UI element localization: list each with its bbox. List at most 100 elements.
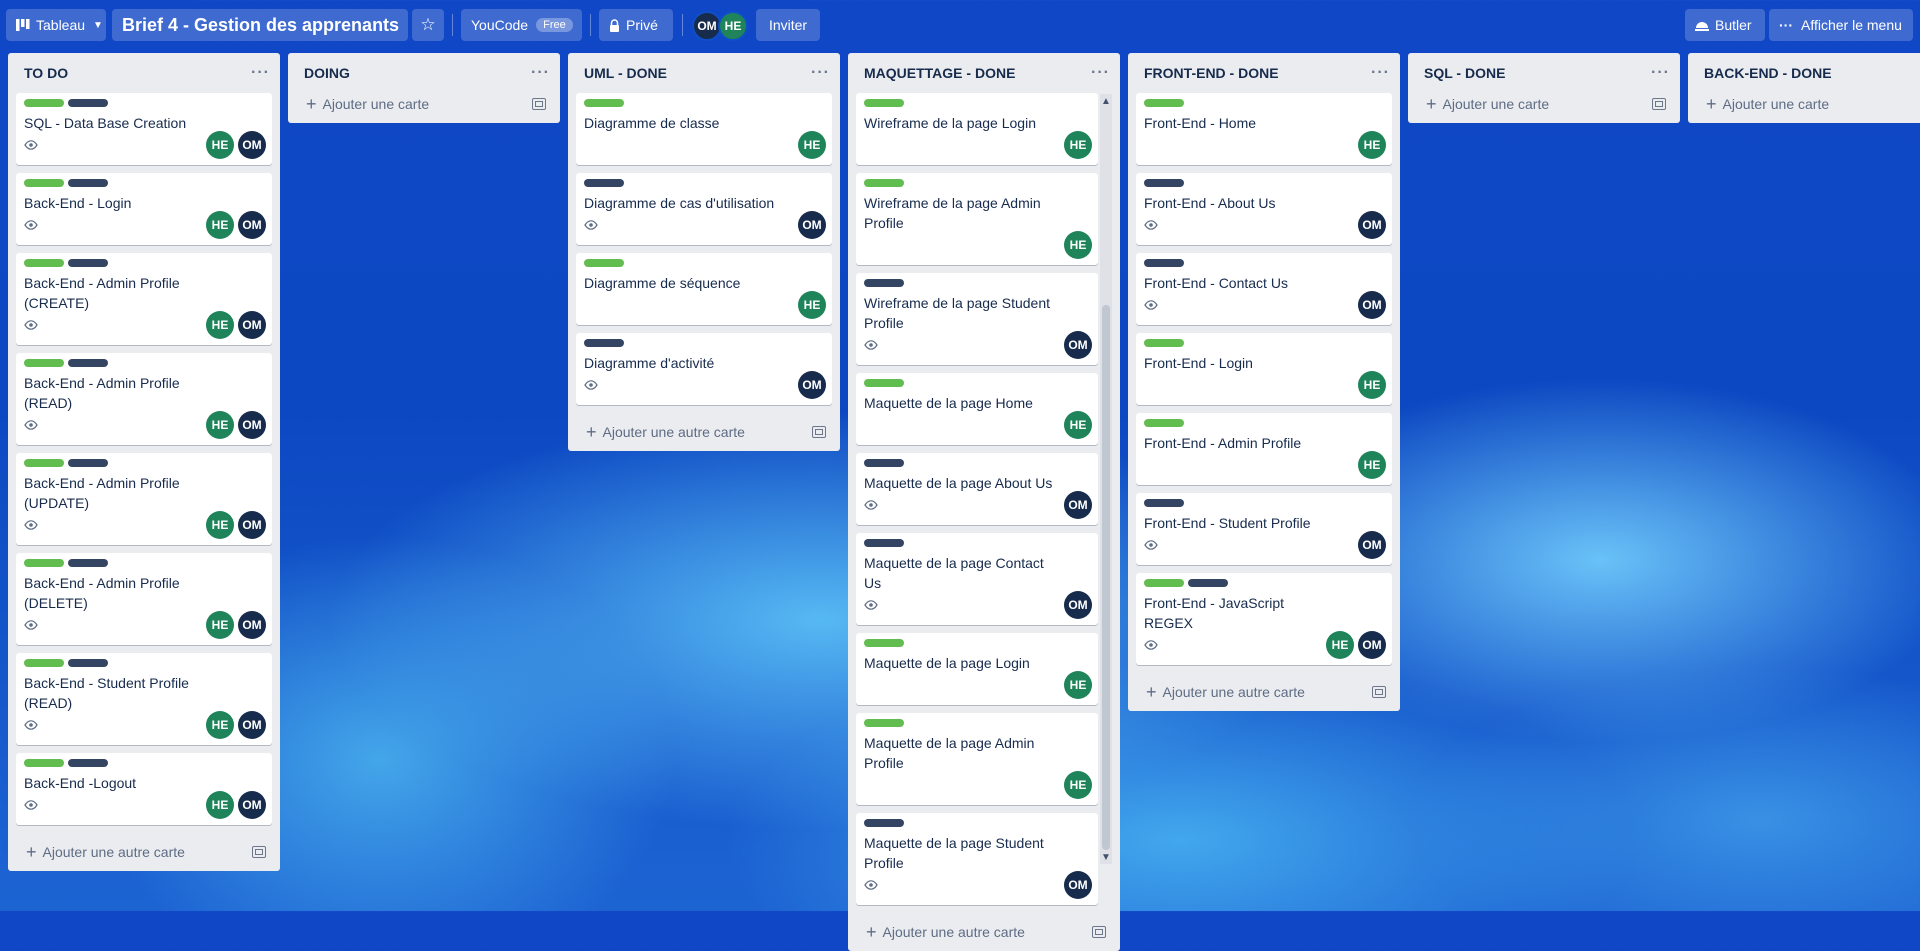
card[interactable]: Front-End - Login HE <box>1136 333 1392 405</box>
template-icon[interactable] <box>1372 686 1386 698</box>
list-title[interactable]: SQL - DONE <box>1424 65 1505 81</box>
avatar[interactable]: OM <box>238 211 266 239</box>
green-label[interactable] <box>24 99 64 107</box>
avatar[interactable]: HE <box>1064 671 1092 699</box>
avatar[interactable]: HE <box>1358 131 1386 159</box>
avatar[interactable]: OM <box>1064 491 1092 519</box>
list-title[interactable]: TO DO <box>24 65 68 81</box>
navy-label[interactable] <box>1188 579 1228 587</box>
green-label[interactable] <box>584 259 624 267</box>
navy-label[interactable] <box>584 339 624 347</box>
avatar[interactable]: OM <box>1358 291 1386 319</box>
show-menu-button[interactable]: ··· Afficher le menu <box>1769 9 1913 41</box>
avatar[interactable]: OM <box>1358 211 1386 239</box>
avatar[interactable]: OM <box>238 511 266 539</box>
avatar[interactable]: OM <box>1358 631 1386 659</box>
list-scrollbar-thumb[interactable] <box>1102 305 1110 850</box>
card[interactable]: Diagramme de séquence HE <box>576 253 832 325</box>
green-label[interactable] <box>24 179 64 187</box>
navy-label[interactable] <box>68 759 108 767</box>
add-card-button[interactable]: + Ajouter une autre carte <box>848 913 1120 951</box>
card[interactable]: Maquette de la page Student Profile OM <box>856 813 1098 905</box>
avatar[interactable]: HE <box>206 311 234 339</box>
navy-label[interactable] <box>584 179 624 187</box>
card[interactable]: Front-End - JavaScript REGEX HE OM <box>1136 573 1392 665</box>
template-icon[interactable] <box>532 98 546 110</box>
template-icon[interactable] <box>252 846 266 858</box>
avatar[interactable]: HE <box>1064 131 1092 159</box>
card[interactable]: Diagramme de cas d'utilisation OM <box>576 173 832 245</box>
avatar[interactable]: HE <box>206 511 234 539</box>
list-menu-icon[interactable]: ··· <box>1371 65 1390 81</box>
avatar[interactable]: HE <box>798 131 826 159</box>
list-title[interactable]: MAQUETTAGE - DONE <box>864 65 1015 81</box>
avatar[interactable]: HE <box>1064 231 1092 259</box>
board-title-button[interactable]: Brief 4 - Gestion des apprenants <box>112 9 408 41</box>
navy-label[interactable] <box>1144 179 1184 187</box>
green-label[interactable] <box>24 559 64 567</box>
navy-label[interactable] <box>68 99 108 107</box>
list-menu-icon[interactable]: ··· <box>251 65 270 81</box>
avatar[interactable]: OM <box>1064 331 1092 359</box>
avatar[interactable]: HE <box>798 291 826 319</box>
add-card-button[interactable]: + Ajouter une carte <box>1408 85 1680 123</box>
scroll-up-icon[interactable]: ▲ <box>1101 96 1111 107</box>
green-label[interactable] <box>24 459 64 467</box>
avatar[interactable]: OM <box>238 311 266 339</box>
green-label[interactable] <box>864 379 904 387</box>
template-icon[interactable] <box>812 426 826 438</box>
card[interactable]: Wireframe de la page Login HE <box>856 93 1098 165</box>
card[interactable]: Wireframe de la page Student Profile OM <box>856 273 1098 365</box>
card[interactable]: Front-End - Contact Us OM <box>1136 253 1392 325</box>
avatar[interactable]: HE <box>206 611 234 639</box>
list-menu-icon[interactable]: ··· <box>1091 65 1110 81</box>
green-label[interactable] <box>24 359 64 367</box>
avatar[interactable]: OM <box>1064 591 1092 619</box>
navy-label[interactable] <box>68 359 108 367</box>
avatar[interactable]: HE <box>206 711 234 739</box>
green-label[interactable] <box>864 719 904 727</box>
card[interactable]: Front-End - Home HE <box>1136 93 1392 165</box>
card[interactable]: Back-End - Login HE OM <box>16 173 272 245</box>
butler-button[interactable]: Butler <box>1685 9 1765 41</box>
add-card-button[interactable]: + Ajouter une autre carte <box>568 413 840 451</box>
add-card-button[interactable]: + Ajouter une carte <box>1688 85 1920 123</box>
view-switcher-button[interactable]: Tableau ▼ <box>6 9 106 41</box>
avatar[interactable]: HE <box>206 131 234 159</box>
avatar[interactable]: OM <box>1358 531 1386 559</box>
navy-label[interactable] <box>68 559 108 567</box>
avatar[interactable]: OM <box>798 371 826 399</box>
card[interactable]: Maquette de la page Contact Us OM <box>856 533 1098 625</box>
add-card-button[interactable]: + Ajouter une autre carte <box>1128 673 1400 711</box>
avatar[interactable]: OM <box>238 611 266 639</box>
add-card-button[interactable]: + Ajouter une autre carte <box>8 833 280 871</box>
avatar[interactable]: HE <box>1326 631 1354 659</box>
avatar[interactable]: OM <box>238 791 266 819</box>
green-label[interactable] <box>1144 99 1184 107</box>
avatar[interactable]: OM <box>238 131 266 159</box>
avatar[interactable]: HE <box>206 411 234 439</box>
card[interactable]: SQL - Data Base Creation HE OM <box>16 93 272 165</box>
list-title[interactable]: DOING <box>304 65 350 81</box>
template-icon[interactable] <box>1652 98 1666 110</box>
star-button[interactable]: ☆ <box>412 9 444 41</box>
avatar[interactable]: HE <box>718 11 748 41</box>
card[interactable]: Back-End - Admin Profile (READ) HE OM <box>16 353 272 445</box>
navy-label[interactable] <box>1144 499 1184 507</box>
card[interactable]: Diagramme d'activité OM <box>576 333 832 405</box>
card[interactable]: Maquette de la page Admin Profile HE <box>856 713 1098 805</box>
card[interactable]: Back-End - Admin Profile (CREATE) HE OM <box>16 253 272 345</box>
navy-label[interactable] <box>864 539 904 547</box>
avatar[interactable]: HE <box>206 211 234 239</box>
avatar[interactable]: OM <box>238 411 266 439</box>
green-label[interactable] <box>24 759 64 767</box>
green-label[interactable] <box>1144 419 1184 427</box>
navy-label[interactable] <box>68 259 108 267</box>
card[interactable]: Maquette de la page About Us OM <box>856 453 1098 525</box>
green-label[interactable] <box>584 99 624 107</box>
avatar[interactable]: OM <box>798 211 826 239</box>
navy-label[interactable] <box>864 819 904 827</box>
scroll-down-icon[interactable]: ▼ <box>1101 852 1111 863</box>
navy-label[interactable] <box>68 459 108 467</box>
green-label[interactable] <box>864 639 904 647</box>
